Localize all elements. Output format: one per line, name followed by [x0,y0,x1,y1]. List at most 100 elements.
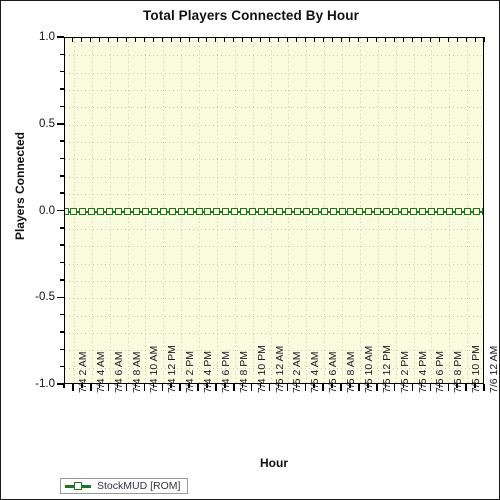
data-point-marker [177,208,185,215]
x-tick-major [215,384,217,391]
series-layer [65,38,483,383]
data-point-marker [141,208,149,215]
data-point-marker [258,208,266,215]
x-tick-label: 7/4 6 PM [219,350,232,393]
x-tick-label: 7/5 10 AM [362,345,375,393]
data-point-marker [356,208,364,215]
data-point-marker [249,208,257,215]
x-tick-major [250,384,253,391]
x-tick-major [161,384,164,391]
y-tick-major [57,296,64,298]
x-tick-major [268,384,271,391]
data-point-marker [79,208,87,215]
data-point-marker [436,208,444,215]
x-tick-major [72,384,74,391]
x-tick-major [447,384,449,391]
data-point-marker [320,208,328,215]
x-tick-minor [63,384,65,388]
data-point-marker [365,208,373,215]
data-point-marker [454,208,462,215]
x-tick-label: 7/5 12 AM [273,345,286,393]
data-point-marker [132,208,140,215]
data-point-marker [124,208,132,215]
data-point-marker [374,208,382,215]
y-tick-major [57,383,64,385]
data-point-marker [392,208,400,215]
x-tick-major [286,384,289,391]
x-tick-label: 7/5 8 PM [452,350,465,393]
x-tick-label: 7/4 6 AM [112,351,125,393]
x-tick-major [393,384,396,391]
data-point-marker [481,208,483,215]
x-tick-label: 7/4 8 PM [237,350,250,393]
data-point-marker [347,208,355,215]
x-tick-major [411,384,414,391]
data-point-marker [168,208,176,215]
chart-container: Total Players Connected By Hour 1.0 0.5 0.… [0,0,500,500]
data-point-marker [204,208,212,215]
data-point-marker [445,208,453,215]
x-tick-major [233,384,235,391]
x-tick-major [304,384,307,391]
y-axis-title: Players Connected [13,131,27,241]
data-point-marker [302,208,310,215]
x-tick-label: 7/6 12 AM [488,345,500,393]
x-tick-label: 7/4 12 PM [166,345,179,393]
x-tick-label: 7/5 12 PM [380,345,393,393]
x-tick-label: 7/5 8 AM [345,351,358,393]
x-tick-label: 7/5 6 AM [327,351,340,393]
x-tick-label: 7/5 6 PM [434,350,447,393]
y-tick-label: -1.0 [35,378,55,390]
data-point-marker [410,208,417,215]
x-tick-major [340,384,342,391]
data-point-marker [186,208,194,215]
data-point-marker [284,208,292,215]
x-tick-label: 7/5 10 PM [470,345,483,393]
x-tick-major [90,384,92,391]
x-tick-label: 7/5 4 PM [416,350,429,393]
data-point-marker [267,208,275,215]
x-tick-major [376,384,378,391]
x-tick-major [483,384,485,391]
data-point-marker [329,208,337,215]
data-point-marker [70,208,78,215]
y-tick-label: -0.5 [35,291,55,304]
y-tick-label: 1.0 [39,31,55,43]
data-point-marker [472,208,480,215]
data-point-marker [106,208,114,215]
x-tick-label: 7/5 2 AM [291,351,304,393]
data-point-marker [401,208,409,215]
x-tick-label: 7/4 4 PM [202,350,215,393]
plot-area [64,37,484,384]
data-point-marker [231,208,239,215]
y-tick-major [57,209,64,212]
x-tick-label: 7/4 8 AM [130,351,143,393]
x-axis-tick-labels: 7/4 2 AM 7/4 4 AM 7/4 6 AM 7/4 8 AM 7/4 10 A… [64,345,500,455]
data-point-marker [427,208,435,215]
data-point-marker [150,208,158,215]
x-tick-major [107,384,110,391]
data-point-marker [65,208,69,215]
x-tick-major [322,384,324,391]
data-point-marker [418,208,426,215]
data-point-marker [222,208,230,215]
chart-title: Total Players Connected By Hour [143,8,359,23]
data-point-marker [97,208,105,215]
y-axis-tick-labels: 1.0 0.5 0.0 -0.5 -1.0 [1,31,55,390]
data-point-marker [463,208,471,215]
y-tick-major [57,36,64,38]
x-tick-major [429,384,432,391]
x-tick-major [465,384,467,391]
chart-legend: StockMUD [ROM] [60,478,189,494]
x-axis-title: Hour [260,456,288,470]
data-point-marker [115,208,123,215]
legend-swatch-icon [65,481,91,492]
x-tick-label: 7/5 2 PM [398,350,411,393]
x-tick-major [179,384,181,391]
data-point-marker [240,208,248,215]
data-point-marker [159,208,167,215]
x-tick-label: 7/4 2 PM [184,350,197,393]
data-point-marker [195,208,203,215]
x-tick-major [125,384,128,391]
data-point-marker [338,208,346,215]
